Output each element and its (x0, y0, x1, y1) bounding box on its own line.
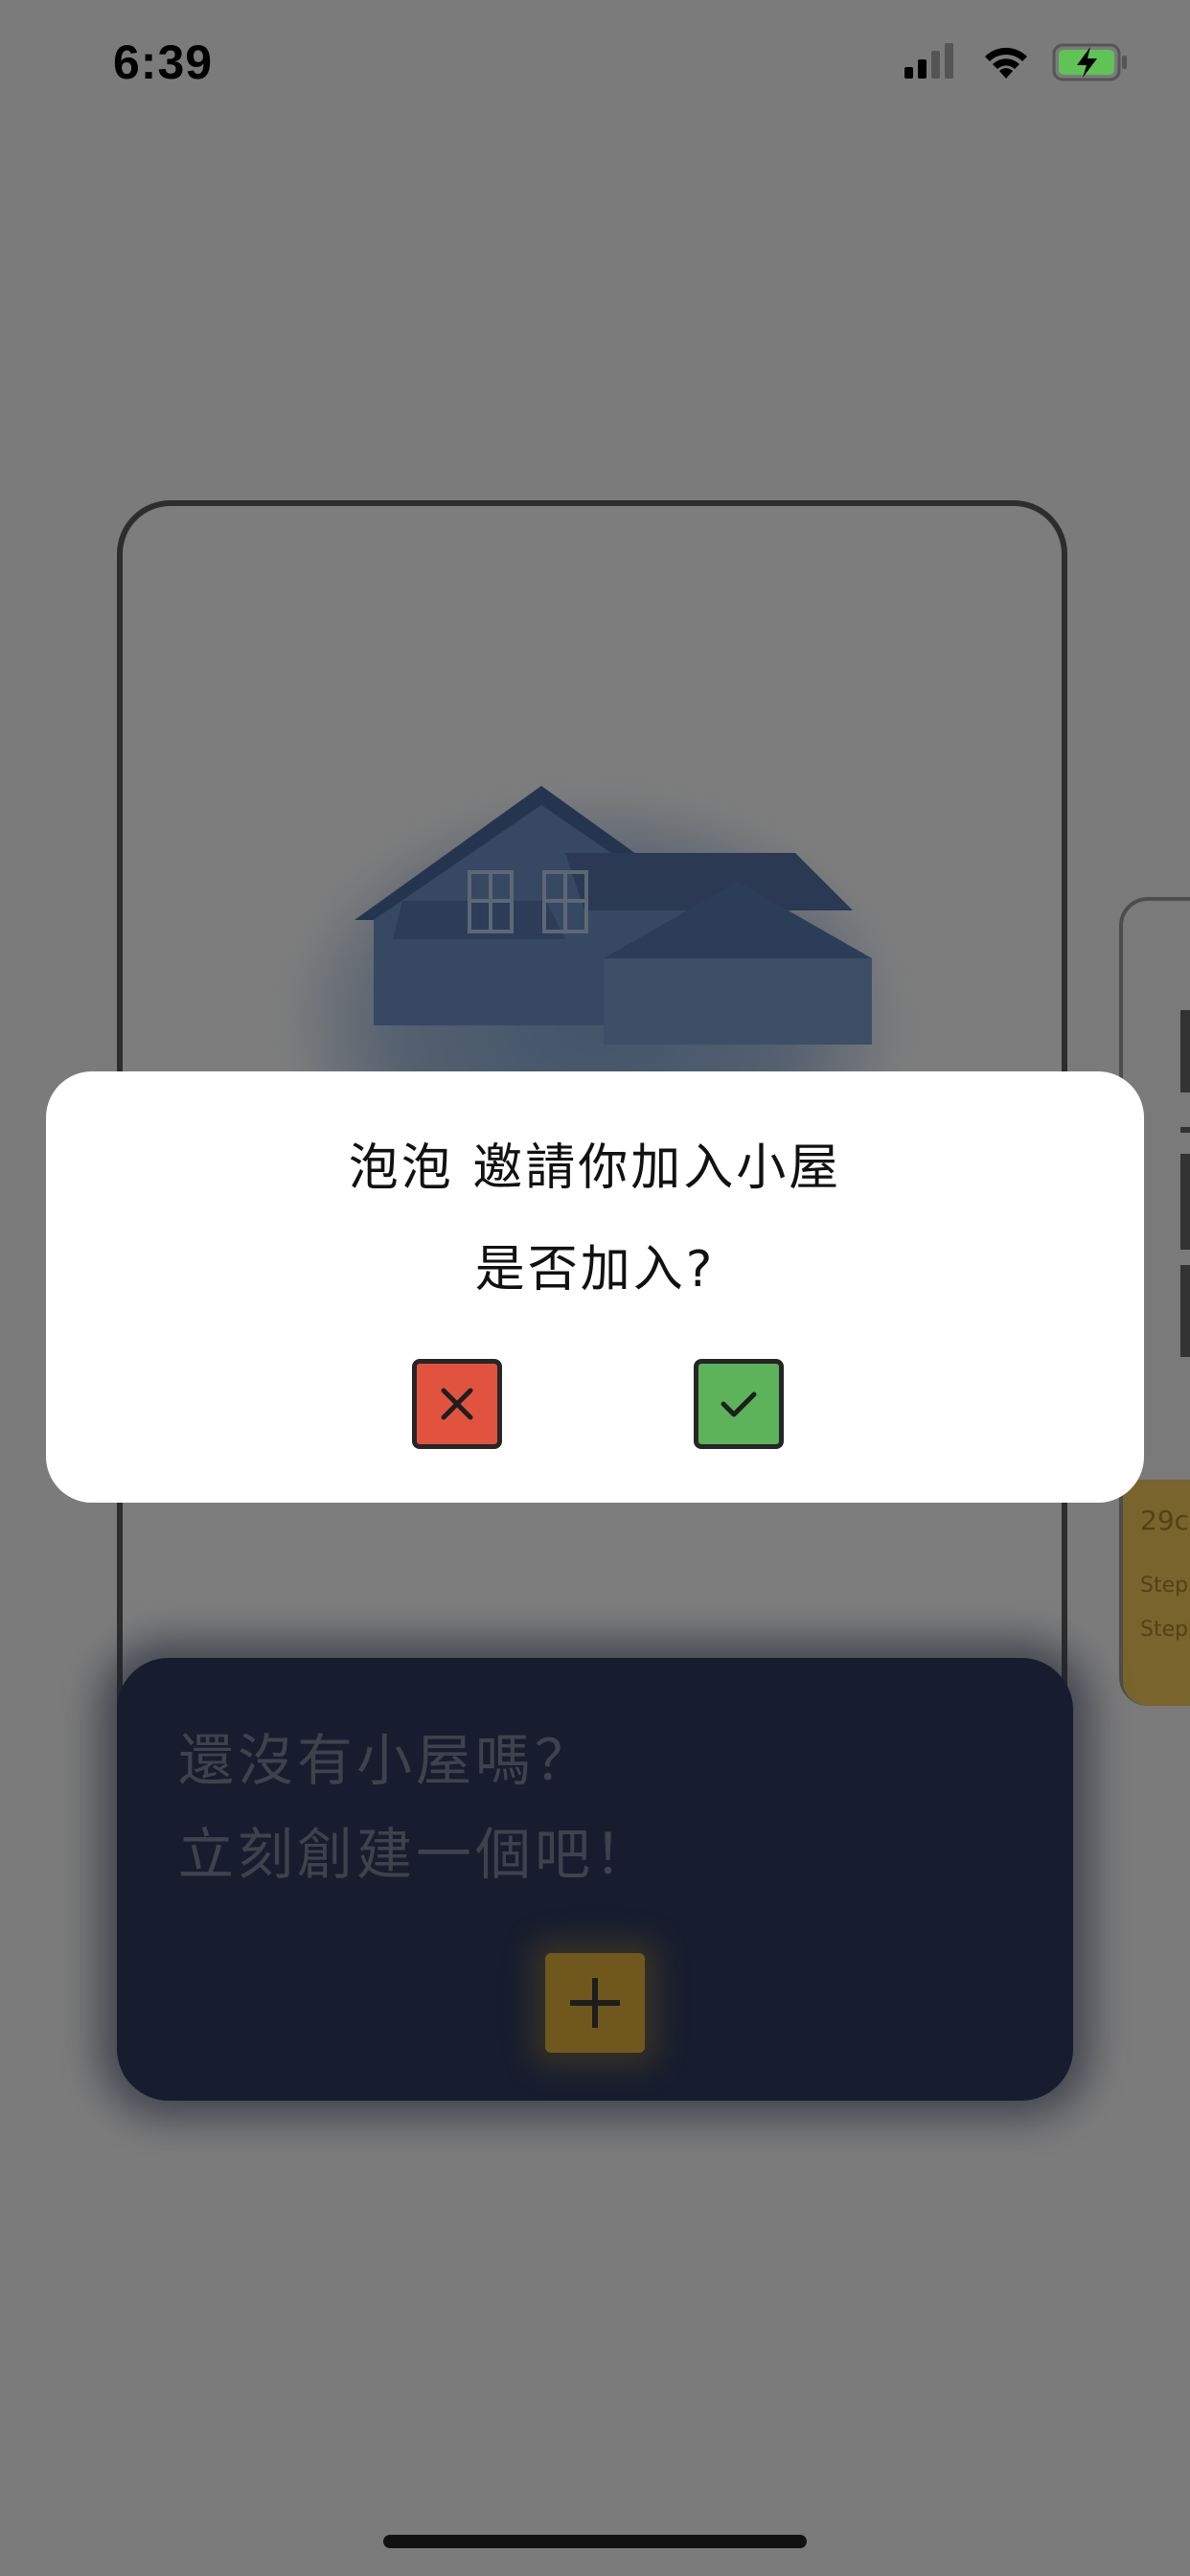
screen: 6:39 泡泡 邀請你加入小屋 是否加入? (0, 0, 1190, 2576)
invite-title: 泡泡 邀請你加入小屋 (348, 1139, 842, 1197)
status-time: 6:39 (113, 35, 214, 89)
wifi-icon (985, 47, 1027, 79)
invite-dialog: 泡泡 邀請你加入小屋 是否加入? (46, 1071, 1144, 1503)
close-icon (441, 1388, 473, 1420)
accept-button[interactable] (694, 1359, 784, 1449)
invite-question: 是否加入? (474, 1241, 716, 1299)
battery-charging-icon (1052, 43, 1127, 81)
cellular-signal-icon (904, 43, 953, 79)
status-bar: 6:39 (0, 0, 1190, 128)
home-indicator[interactable] (383, 2535, 807, 2548)
reject-button[interactable] (412, 1359, 502, 1449)
checkmark-icon (721, 1392, 757, 1417)
